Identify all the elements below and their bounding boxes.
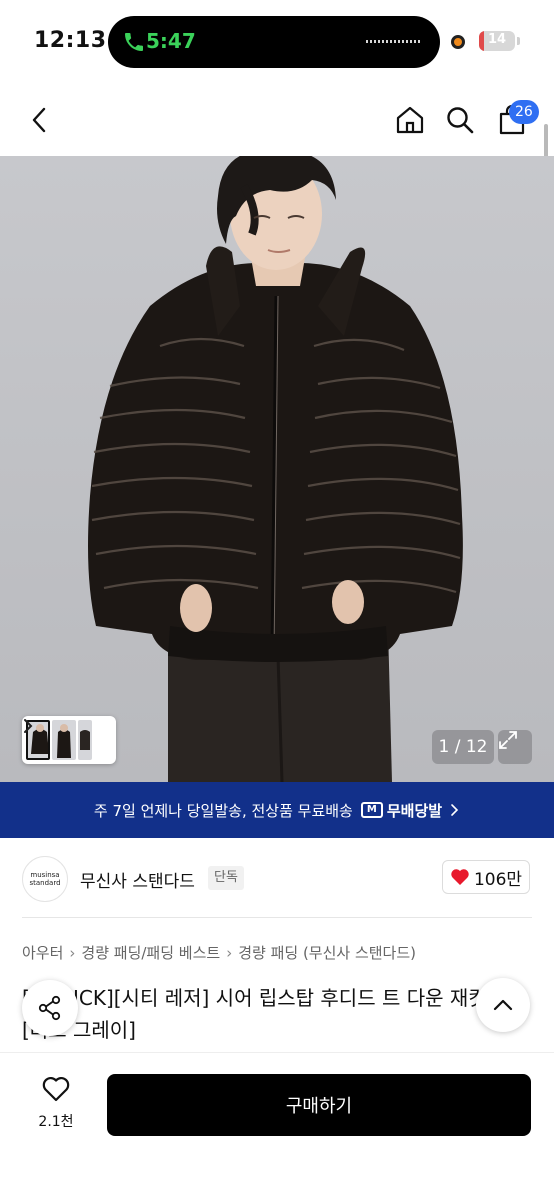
- search-button[interactable]: [440, 100, 480, 140]
- divider: [22, 917, 532, 918]
- back-button[interactable]: [20, 100, 60, 140]
- breadcrumb-item-outer[interactable]: 아우터: [22, 942, 63, 963]
- delivery-banner[interactable]: 주 7일 언제나 당일발송, 전상품 무료배송 M 무배당발: [0, 782, 554, 838]
- search-icon: [447, 107, 474, 134]
- heart-icon: [451, 869, 469, 885]
- chevron-left-icon: [32, 107, 46, 133]
- battery-percent: 14: [487, 32, 507, 47]
- delivery-banner-text: 주 7일 언제나 당일발송, 전상품 무료배송: [93, 801, 353, 820]
- expand-image-button[interactable]: [498, 730, 532, 764]
- heart-outline-icon: [42, 1077, 70, 1102]
- expand-icon: [499, 731, 517, 749]
- home-icon: [396, 106, 424, 134]
- phone-icon: [125, 33, 143, 51]
- chevron-right-icon: ›: [69, 943, 76, 962]
- share-button[interactable]: [22, 980, 78, 1036]
- product-title: [ 현 PICK][시티 레저] 시어 립스탑 후디드 트 다운 재킷 [머드 …: [22, 986, 487, 1042]
- exclusive-tag: 단독: [208, 866, 244, 890]
- top-navigation: [0, 84, 554, 156]
- audio-waveform: [366, 40, 422, 43]
- breadcrumb-item-padding[interactable]: 경량 패딩/패딩 베스트: [81, 942, 220, 963]
- status-time: 12:13: [34, 28, 107, 53]
- thumbnail-model-image: [57, 724, 71, 758]
- home-button[interactable]: [390, 100, 430, 140]
- breadcrumb: 아우터 › 경량 패딩/패딩 베스트 › 경량 패딩 (무신사 스탠다드): [22, 942, 416, 963]
- scroll-top-button[interactable]: [476, 978, 530, 1032]
- battery-cap: [517, 37, 520, 45]
- thumbnail-strip[interactable]: [22, 716, 116, 764]
- dynamic-island[interactable]: 5:47: [108, 16, 440, 68]
- brand-logo-line2: standard: [29, 879, 61, 887]
- truck-icon: M: [360, 802, 383, 818]
- brand-like-count: 106만: [473, 869, 523, 890]
- bottom-action-bar: 2.1천 구매하기: [0, 1052, 554, 1200]
- chevron-right-icon[interactable]: [22, 716, 34, 736]
- brand-like-button[interactable]: 106만: [442, 860, 530, 894]
- chevron-up-icon: [493, 999, 513, 1011]
- chevron-right-icon: ›: [226, 943, 233, 962]
- brand-logo[interactable]: musinsa standard: [22, 856, 68, 902]
- buy-button[interactable]: 구매하기: [107, 1074, 531, 1136]
- call-duration: 5:47: [146, 29, 196, 53]
- wishlist-button[interactable]: 2.1천: [24, 1075, 88, 1131]
- image-page-indicator: 1 / 12: [432, 730, 494, 764]
- brand-name[interactable]: 무신사 스탠다드: [80, 867, 195, 892]
- thumbnail-side-image: [80, 730, 90, 750]
- free-delivery-label: 무배당발: [386, 801, 443, 820]
- thumbnail-3[interactable]: [78, 720, 92, 760]
- status-bar: 12:13 5:47 14: [0, 0, 554, 84]
- wishlist-count: 2.1천: [38, 1114, 74, 1130]
- model-photo: [88, 156, 463, 782]
- free-delivery-badge: M 무배당발: [360, 800, 443, 821]
- breadcrumb-item-light-padding[interactable]: 경량 패딩 (무신사 스탠다드): [238, 942, 416, 963]
- product-image[interactable]: 1 / 12: [0, 156, 554, 782]
- recording-indicator-icon: [451, 35, 465, 49]
- battery-icon: 14: [479, 31, 515, 51]
- thumbnail-2[interactable]: [52, 720, 76, 760]
- share-icon: [38, 995, 61, 1021]
- brand-logo-line1: musinsa: [30, 871, 60, 879]
- cart-count-badge: 26: [509, 100, 539, 124]
- chevron-right-icon: [451, 804, 459, 816]
- brand-row: musinsa standard 무신사 스탠다드 단독 106만: [0, 838, 554, 918]
